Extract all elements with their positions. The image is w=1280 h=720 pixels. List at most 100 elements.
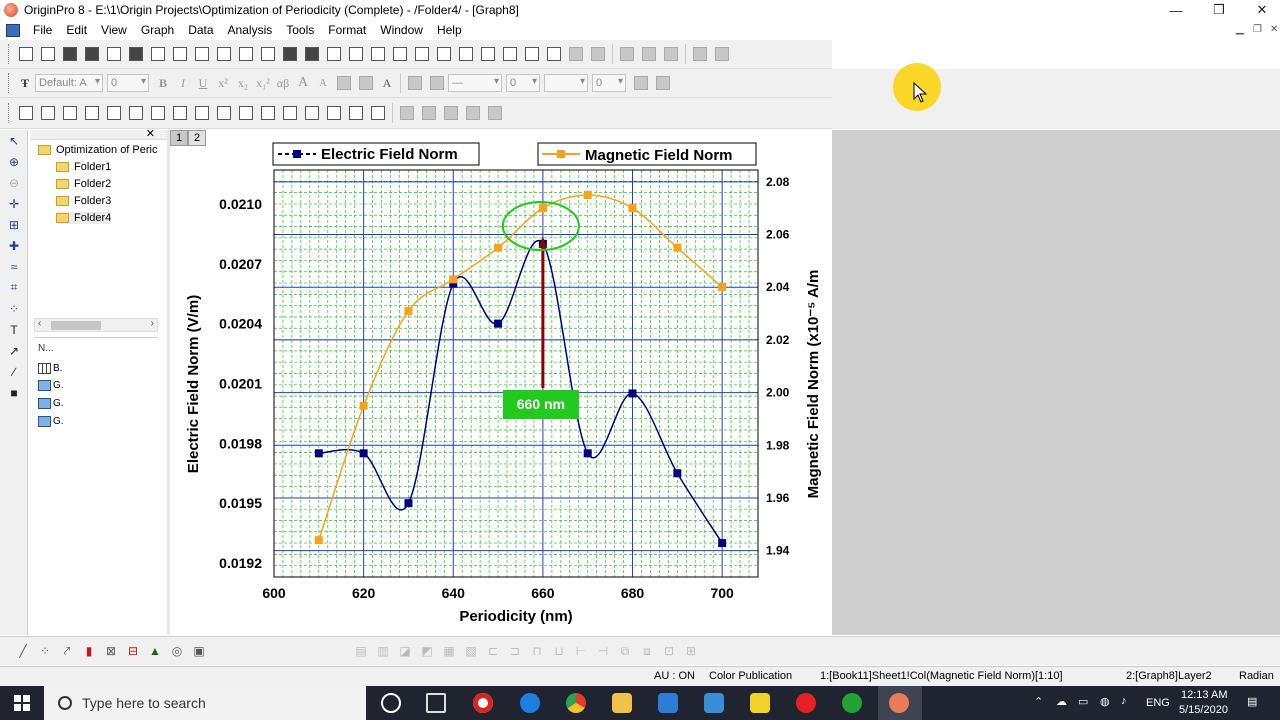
tray-time[interactable]: 12:13 AM — [1181, 689, 1227, 701]
tray-volume-icon[interactable]: ♪ — [1121, 695, 1127, 707]
list-item-graph[interactable]: G. — [38, 380, 64, 391]
superscript-button[interactable]: x² — [213, 76, 233, 91]
add-inset-data-icon[interactable] — [257, 102, 279, 124]
hatch-icon[interactable] — [630, 72, 652, 94]
underline-button[interactable]: U — [193, 76, 213, 91]
add-top-x-icon[interactable] — [191, 102, 213, 124]
new-function-icon[interactable] — [147, 43, 169, 65]
scroll-right-icon[interactable]: › — [151, 318, 154, 329]
rescale-icon[interactable] — [81, 102, 103, 124]
table-icon[interactable] — [367, 102, 389, 124]
open-template-icon[interactable] — [235, 43, 257, 65]
save-icon[interactable] — [279, 43, 301, 65]
zoom-out-tool-icon[interactable]: ⊖ — [3, 172, 25, 193]
origin-taskbar-icon[interactable] — [889, 693, 909, 713]
app-icon[interactable] — [704, 693, 724, 713]
taskbar-search[interactable]: Type here to search — [44, 686, 366, 720]
menu-format[interactable]: Format — [321, 23, 373, 37]
tray-battery-icon[interactable]: ▭ — [1078, 695, 1088, 708]
arrange-layers-icon[interactable] — [147, 102, 169, 124]
folder-app-icon[interactable] — [750, 693, 770, 713]
legend-electric[interactable]: Electric Field Norm — [272, 142, 480, 166]
stock-plot-icon[interactable]: ▲ — [144, 641, 166, 661]
origin-app-icon[interactable] — [4, 3, 18, 17]
series-electric-point[interactable] — [494, 319, 503, 328]
series-magnetic-point[interactable] — [673, 243, 682, 252]
tray-language[interactable]: ENG — [1146, 697, 1170, 709]
command-window-icon[interactable] — [521, 43, 543, 65]
cortana-icon[interactable] — [381, 693, 401, 713]
series-magnetic-point[interactable] — [628, 204, 637, 213]
code-icon[interactable] — [543, 43, 565, 65]
duplicate-icon[interactable] — [433, 43, 455, 65]
whole-page-icon[interactable] — [59, 102, 81, 124]
refresh-icon[interactable] — [411, 43, 433, 65]
pattern-select[interactable] — [544, 74, 588, 92]
decrease-font-button[interactable]: A — [313, 78, 333, 89]
font-color-icon[interactable]: A — [377, 76, 397, 91]
series-electric-point[interactable] — [583, 449, 592, 458]
template-library-icon[interactable]: ▣ — [188, 641, 210, 661]
italic-button[interactable]: I — [173, 76, 193, 91]
opera-icon[interactable] — [796, 693, 816, 713]
results-log-icon[interactable] — [499, 43, 521, 65]
series-electric-point[interactable] — [628, 389, 637, 398]
area-plot-icon[interactable]: ⊠ — [100, 641, 122, 661]
mdi-close-icon[interactable]: ✕ — [1270, 24, 1278, 35]
polar-plot-icon[interactable]: ◎ — [166, 641, 188, 661]
series-magnetic-point[interactable] — [359, 401, 368, 410]
series-magnetic-point[interactable] — [538, 204, 547, 213]
zoom-in-icon[interactable] — [15, 102, 37, 124]
new-notes-icon[interactable] — [191, 43, 213, 65]
new-folder-icon[interactable] — [37, 43, 59, 65]
column-plot-icon[interactable]: ▮ — [78, 641, 100, 661]
toolbar-grip[interactable] — [8, 73, 11, 93]
color-scale-icon[interactable] — [301, 102, 323, 124]
menu-analysis[interactable]: Analysis — [221, 23, 280, 37]
list-header-name[interactable]: N... — [38, 343, 54, 354]
scatter-plot-icon[interactable]: ⁘ — [34, 641, 56, 661]
subscript-button[interactable]: x₂ — [233, 76, 253, 91]
line-color-icon[interactable] — [426, 72, 448, 94]
menu-data[interactable]: Data — [181, 23, 220, 37]
menu-help[interactable]: Help — [430, 23, 469, 37]
pointer-icon[interactable]: ↖ — [3, 130, 25, 151]
mail-icon[interactable] — [658, 693, 678, 713]
bold-button[interactable]: B — [153, 76, 173, 91]
new-project-icon[interactable] — [15, 43, 37, 65]
table-border-icon[interactable] — [652, 72, 674, 94]
series-electric-point[interactable] — [404, 499, 413, 508]
extract-layer-icon[interactable] — [103, 102, 125, 124]
new-excel-icon[interactable] — [81, 43, 103, 65]
file-explorer-icon[interactable] — [612, 693, 632, 713]
explorer-close-icon[interactable]: ✕ — [146, 127, 155, 140]
menu-view[interactable]: View — [94, 23, 134, 37]
mdi-restore-icon[interactable]: ❐ — [1253, 24, 1262, 35]
mdi-minimize-icon[interactable]: ▁ — [1236, 24, 1244, 35]
menu-edit[interactable]: Edit — [59, 23, 94, 37]
fill-color-icon[interactable] — [404, 72, 426, 94]
increase-font-button[interactable]: A — [293, 75, 313, 91]
series-electric-point[interactable] — [673, 469, 682, 478]
list-item-graph[interactable]: G. — [38, 398, 64, 409]
zoom-out-icon[interactable] — [37, 102, 59, 124]
save-template-icon[interactable] — [301, 43, 323, 65]
utorrent-icon[interactable] — [842, 693, 862, 713]
add-right-y-icon[interactable] — [213, 102, 235, 124]
start-button[interactable] — [0, 686, 44, 720]
chrome-icon[interactable] — [566, 693, 586, 713]
code-builder-icon[interactable] — [455, 43, 477, 65]
line-width-select[interactable]: 0 — [506, 74, 540, 92]
tree-folder4[interactable]: Folder4 — [56, 212, 112, 224]
series-magnetic-point[interactable] — [718, 283, 727, 292]
tray-network-icon[interactable]: ◍ — [1100, 695, 1110, 708]
pattern-size-select[interactable]: 0 — [592, 74, 626, 92]
add-inset-icon[interactable] — [235, 102, 257, 124]
scroll-left-icon[interactable]: ‹ — [38, 318, 41, 329]
toolbar-grip[interactable] — [8, 44, 11, 64]
font-select[interactable]: Default: A — [35, 74, 103, 92]
import-wizard-icon[interactable] — [367, 43, 389, 65]
series-magnetic-point[interactable] — [494, 243, 503, 252]
menu-window[interactable]: Window — [373, 23, 430, 37]
tray-people-icon[interactable]: ☁ — [1056, 695, 1067, 708]
